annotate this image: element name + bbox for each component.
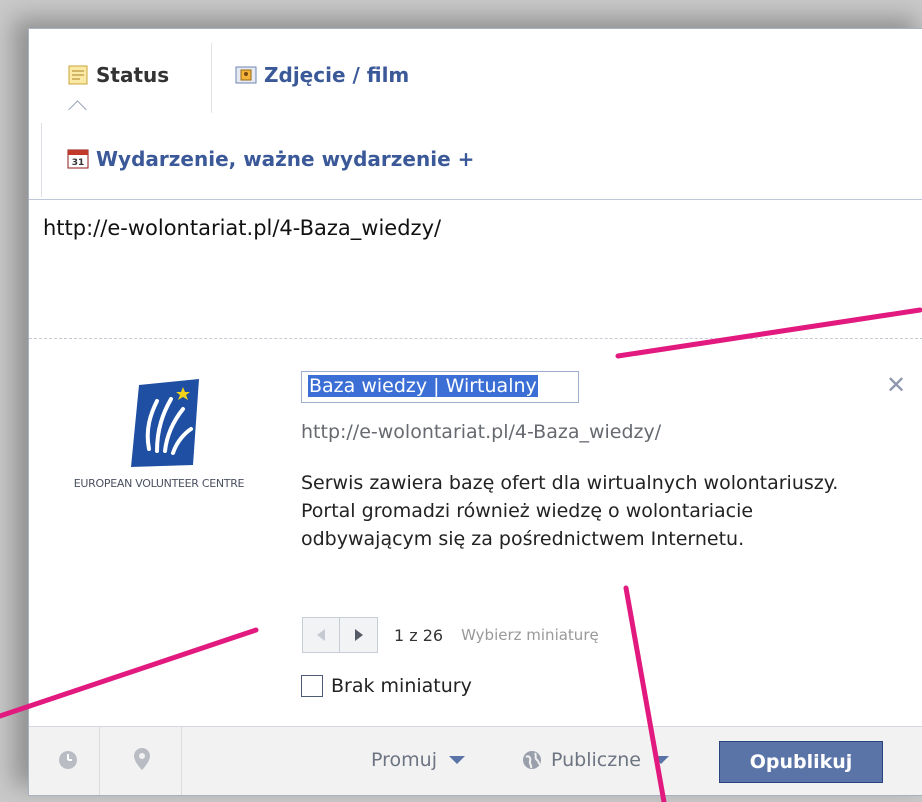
calendar-icon: 31 <box>67 149 89 169</box>
link-title-input[interactable]: Baza wiedzy | Wirtualny <box>301 371 579 403</box>
clock-icon[interactable] <box>57 749 79 775</box>
post-composer-panel: Status Zdjęcie / film 31 Wydarzenie, waż… <box>28 28 922 796</box>
next-thumbnail-button[interactable] <box>340 617 378 653</box>
tab-status-label: Status <box>96 63 170 87</box>
tab-status[interactable]: Status <box>67 63 169 87</box>
logo <box>131 379 199 467</box>
publish-button[interactable]: Opublikuj <box>719 741 883 783</box>
chevron-down-icon <box>652 756 669 764</box>
link-url: http://e-wolontariat.pl/4-Baza_wiedzy/ <box>301 421 662 443</box>
link-title-selection: Baza wiedzy | Wirtualny <box>308 375 538 397</box>
composer-footer: Promuj Publiczne Opublikuj <box>29 726 922 795</box>
no-thumbnail-checkbox[interactable] <box>301 675 323 697</box>
promote-label: Promuj <box>371 749 437 771</box>
divider <box>29 338 922 339</box>
link-description[interactable]: Serwis zawiera bazę ofert dla wirtualnyc… <box>301 469 861 553</box>
composer-tabs: Status Zdjęcie / film 31 Wydarzenie, waż… <box>29 29 922 199</box>
photo-icon <box>235 66 257 84</box>
thumbnail-pager: 1 z 26 Wybierz miniaturę <box>302 617 599 653</box>
tab-event-label: Wydarzenie, ważne wydarzenie + <box>96 147 475 171</box>
divider <box>99 727 100 795</box>
logo-caption: EUROPEAN VOLUNTEER CENTRE <box>73 477 245 490</box>
no-thumbnail-label: Brak miniatury <box>331 675 472 697</box>
divider <box>41 123 42 197</box>
tab-divider <box>211 43 212 113</box>
next-arrow-icon <box>354 629 363 641</box>
prev-arrow-icon <box>317 629 325 641</box>
thumbnail-count: 1 z 26 <box>394 625 444 645</box>
status-input-text: http://e-wolontariat.pl/4-Baza_wiedzy/ <box>43 216 442 240</box>
tab-photo-label: Zdjęcie / film <box>264 63 410 87</box>
tab-photo-video[interactable]: Zdjęcie / film <box>235 63 409 87</box>
thumbnail-hint: Wybierz miniaturę <box>461 626 599 644</box>
audience-label: Publiczne <box>551 749 641 771</box>
link-preview: EUROPEAN VOLUNTEER CENTRE Baza wiedzy | … <box>29 341 922 726</box>
chevron-down-icon <box>448 756 465 764</box>
active-tab-caret <box>68 100 87 119</box>
prev-thumbnail-button[interactable] <box>302 617 340 653</box>
status-icon <box>68 65 88 85</box>
close-icon[interactable]: ✕ <box>886 371 906 399</box>
promote-dropdown[interactable]: Promuj <box>371 749 465 771</box>
location-pin-icon[interactable] <box>133 747 151 775</box>
globe-icon <box>523 751 541 769</box>
link-thumbnail: EUROPEAN VOLUNTEER CENTRE <box>53 379 265 509</box>
status-input[interactable]: http://e-wolontariat.pl/4-Baza_wiedzy/ <box>29 199 922 342</box>
divider <box>181 727 182 795</box>
tab-event[interactable]: 31 Wydarzenie, ważne wydarzenie + <box>67 147 474 171</box>
audience-selector[interactable]: Publiczne <box>521 749 669 771</box>
no-thumbnail-option[interactable]: Brak miniatury <box>301 675 472 697</box>
calendar-day: 31 <box>72 158 85 168</box>
